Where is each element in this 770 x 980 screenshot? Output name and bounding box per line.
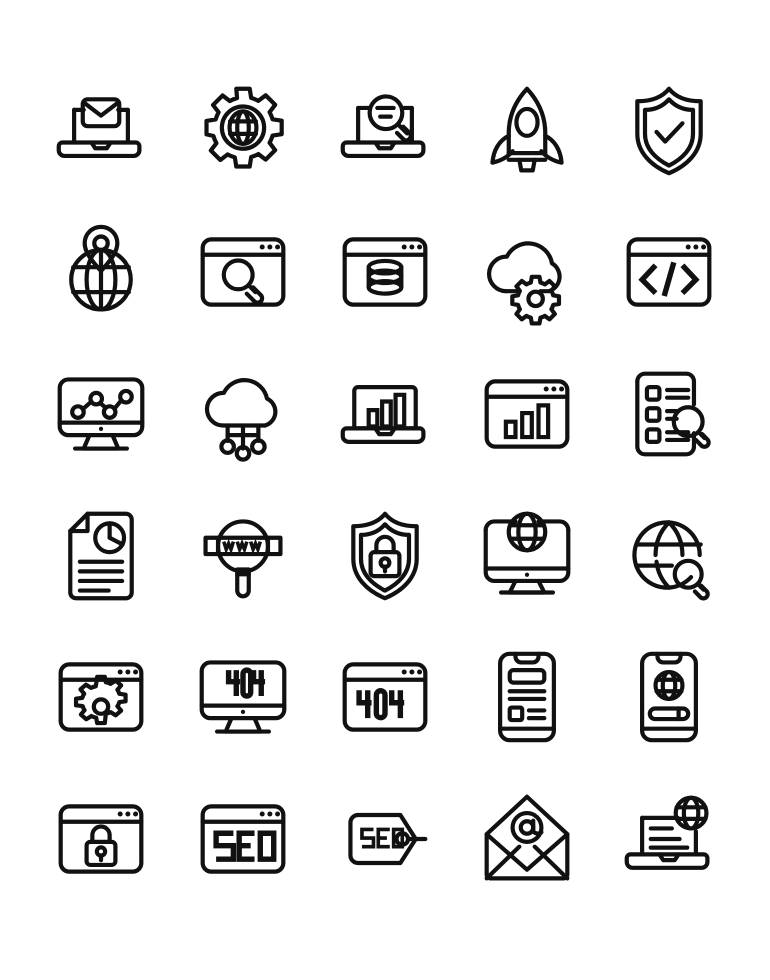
laptop-globe-glyph [621,791,717,887]
browser-bar-chart-glyph [479,366,575,462]
browser-magnifier-icon[interactable] [172,202,314,344]
shield-padlock-icon[interactable] [314,485,456,627]
rocket-icon[interactable] [456,60,598,202]
document-pie-chart-icon[interactable] [30,485,172,627]
laptop-envelope-glyph [53,83,149,179]
laptop-envelope-icon[interactable] [30,60,172,202]
tag-seo-glyph [337,791,433,887]
browser-error-icon[interactable] [314,627,456,769]
document-pie-chart-glyph [53,508,149,604]
gear-globe-icon[interactable] [172,60,314,202]
globe-pin-glyph [53,224,149,320]
laptop-magnifier-icon[interactable] [314,60,456,202]
laptop-bar-chart-icon[interactable] [314,343,456,485]
mobile-layout-icon[interactable] [456,627,598,769]
globe-magnifier-icon[interactable] [598,485,740,627]
globe-pin-icon[interactable] [30,202,172,344]
cloud-network-icon[interactable] [172,343,314,485]
cloud-gear-icon[interactable] [456,202,598,344]
monitor-line-chart-icon[interactable] [30,343,172,485]
monitor-error-glyph [195,649,291,745]
monitor-error-icon[interactable] [172,627,314,769]
monitor-globe-glyph [479,508,575,604]
monitor-globe-icon[interactable] [456,485,598,627]
www-magnifier-glyph [195,508,291,604]
tag-seo-icon[interactable] [314,768,456,910]
laptop-bar-chart-glyph [337,366,433,462]
browser-bar-chart-icon[interactable] [456,343,598,485]
browser-database-icon[interactable] [314,202,456,344]
browser-code-icon[interactable] [598,202,740,344]
shield-check-glyph [621,83,717,179]
browser-padlock-icon[interactable] [30,768,172,910]
browser-error-glyph [337,649,433,745]
checklist-magnifier-icon[interactable] [598,343,740,485]
browser-code-glyph [621,224,717,320]
shield-padlock-glyph [337,508,433,604]
cloud-gear-glyph [479,224,575,320]
envelope-at-glyph [479,791,575,887]
cloud-network-glyph [195,366,291,462]
browser-database-glyph [337,224,433,320]
browser-magnifier-glyph [195,224,291,320]
icon-grid [0,0,770,980]
mobile-globe-glyph [621,649,717,745]
rocket-glyph [479,83,575,179]
monitor-line-chart-glyph [53,366,149,462]
www-magnifier-icon[interactable] [172,485,314,627]
browser-seo-icon[interactable] [172,768,314,910]
laptop-globe-icon[interactable] [598,768,740,910]
mobile-layout-glyph [479,649,575,745]
browser-gear-glyph [53,649,149,745]
browser-gear-icon[interactable] [30,627,172,769]
checklist-magnifier-glyph [621,366,717,462]
globe-magnifier-glyph [621,508,717,604]
browser-seo-glyph [195,791,291,887]
shield-check-icon[interactable] [598,60,740,202]
browser-padlock-glyph [53,791,149,887]
laptop-magnifier-glyph [337,83,433,179]
envelope-at-icon[interactable] [456,768,598,910]
mobile-globe-icon[interactable] [598,627,740,769]
gear-globe-glyph [195,83,291,179]
